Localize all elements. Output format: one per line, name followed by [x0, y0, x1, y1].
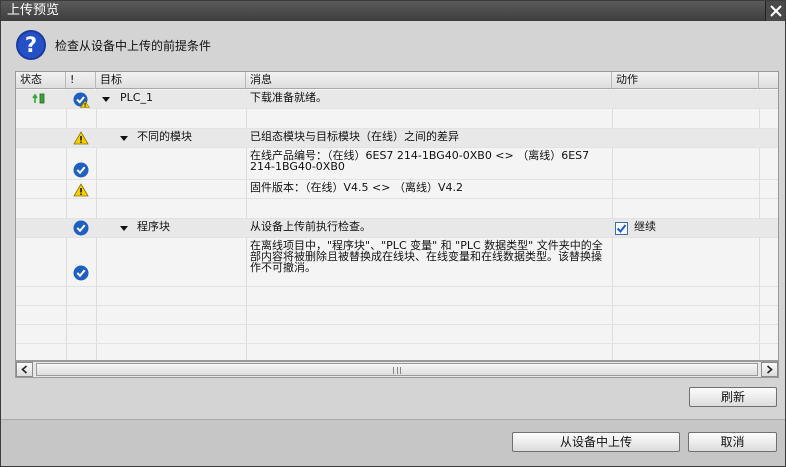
row-message: 固件版本：（在线）V4.5 <> （离线）V4.2	[250, 181, 463, 194]
row-message: 从设备上传前执行检查。	[250, 220, 371, 233]
checkmark-icon	[616, 224, 627, 234]
table-row	[16, 325, 778, 344]
scroll-right-button[interactable]	[761, 362, 778, 377]
continue-checkbox[interactable]	[615, 222, 628, 235]
table-row[interactable]: PLC_1 下载准备就绪。	[16, 90, 778, 109]
horizontal-scrollbar[interactable]	[15, 361, 779, 378]
table-row	[16, 306, 778, 325]
table-row[interactable]: 不同的模块 已组态模块与目标模块（在线）之间的差异	[16, 129, 778, 148]
warning-icon	[73, 131, 89, 145]
expand-arrow-icon[interactable]	[120, 226, 128, 231]
col-target[interactable]: 目标	[96, 72, 246, 89]
table-row[interactable]: 程序块 从设备上传前执行检查。 继续	[16, 219, 778, 238]
row-target: 不同的模块	[137, 130, 192, 143]
continue-label[interactable]: 继续	[634, 219, 656, 235]
scroll-left-button[interactable]	[16, 362, 33, 377]
close-button[interactable]	[765, 1, 785, 21]
row-message: 已组态模块与目标模块（在线）之间的差异	[250, 130, 459, 143]
check-table: 状态 ! 目标 消息 动作 PLC_1 下载准备就绪。 不同的模块 已组态模块与…	[15, 71, 779, 361]
upload-preview-dialog: 上传预览 ? 检查从设备中上传的前提条件 状态 ! 目标 消息 动作 PLC_1…	[0, 0, 786, 467]
table-header: 状态 ! 目标 消息 动作	[16, 72, 778, 89]
col-message[interactable]: 消息	[246, 72, 612, 89]
close-icon	[769, 5, 782, 17]
warning-icon	[73, 183, 89, 197]
row-message: 下载准备就绪。	[250, 91, 327, 104]
col-status[interactable]: 状态	[16, 72, 66, 89]
check-icon	[73, 265, 89, 281]
table-row	[16, 287, 778, 306]
online-status-icon	[32, 93, 45, 104]
table-row	[16, 199, 778, 219]
row-message: 在离线项目中，"程序块"、"PLC 变量" 和 "PLC 数据类型" 文件夹中的…	[250, 239, 603, 274]
cancel-button[interactable]: 取消	[688, 432, 777, 452]
chevron-left-icon	[21, 365, 28, 374]
svg-text:?: ?	[25, 33, 37, 57]
col-action[interactable]: 动作	[612, 72, 759, 89]
table-row[interactable]: 固件版本：（在线）V4.5 <> （离线）V4.2	[16, 180, 778, 199]
header-text: 检查从设备中上传的前提条件	[55, 38, 212, 53]
table-row	[16, 344, 778, 360]
expand-arrow-icon[interactable]	[102, 97, 110, 102]
chevron-right-icon	[766, 365, 773, 374]
row-target: 程序块	[137, 220, 170, 233]
col-bang[interactable]: !	[66, 72, 96, 89]
window-title: 上传预览	[7, 3, 60, 18]
row-target: PLC_1	[120, 91, 153, 104]
table-row[interactable]: 在离线项目中，"程序块"、"PLC 变量" 和 "PLC 数据类型" 文件夹中的…	[16, 238, 778, 287]
table-row[interactable]: 在线产品编号：（在线）6ES7 214-1BG40-0XB0 <> （离线）6E…	[16, 148, 778, 180]
table-row	[16, 109, 778, 129]
expand-arrow-icon[interactable]	[120, 136, 128, 141]
scroll-thumb[interactable]	[36, 363, 758, 376]
title-bar: 上传预览	[1, 1, 785, 21]
check-with-warning-icon	[73, 92, 90, 108]
question-icon: ?	[16, 30, 46, 60]
check-icon	[73, 162, 89, 178]
refresh-button[interactable]: 刷新	[689, 387, 777, 407]
dialog-header: ? 检查从设备中上传的前提条件	[15, 29, 211, 61]
check-icon	[73, 220, 89, 236]
upload-from-device-button[interactable]: 从设备中上传	[512, 432, 680, 452]
dialog-footer: 从设备中上传 取消	[1, 419, 785, 466]
row-message: 在线产品编号：（在线）6ES7 214-1BG40-0XB0 <> （离线）6E…	[250, 149, 590, 173]
